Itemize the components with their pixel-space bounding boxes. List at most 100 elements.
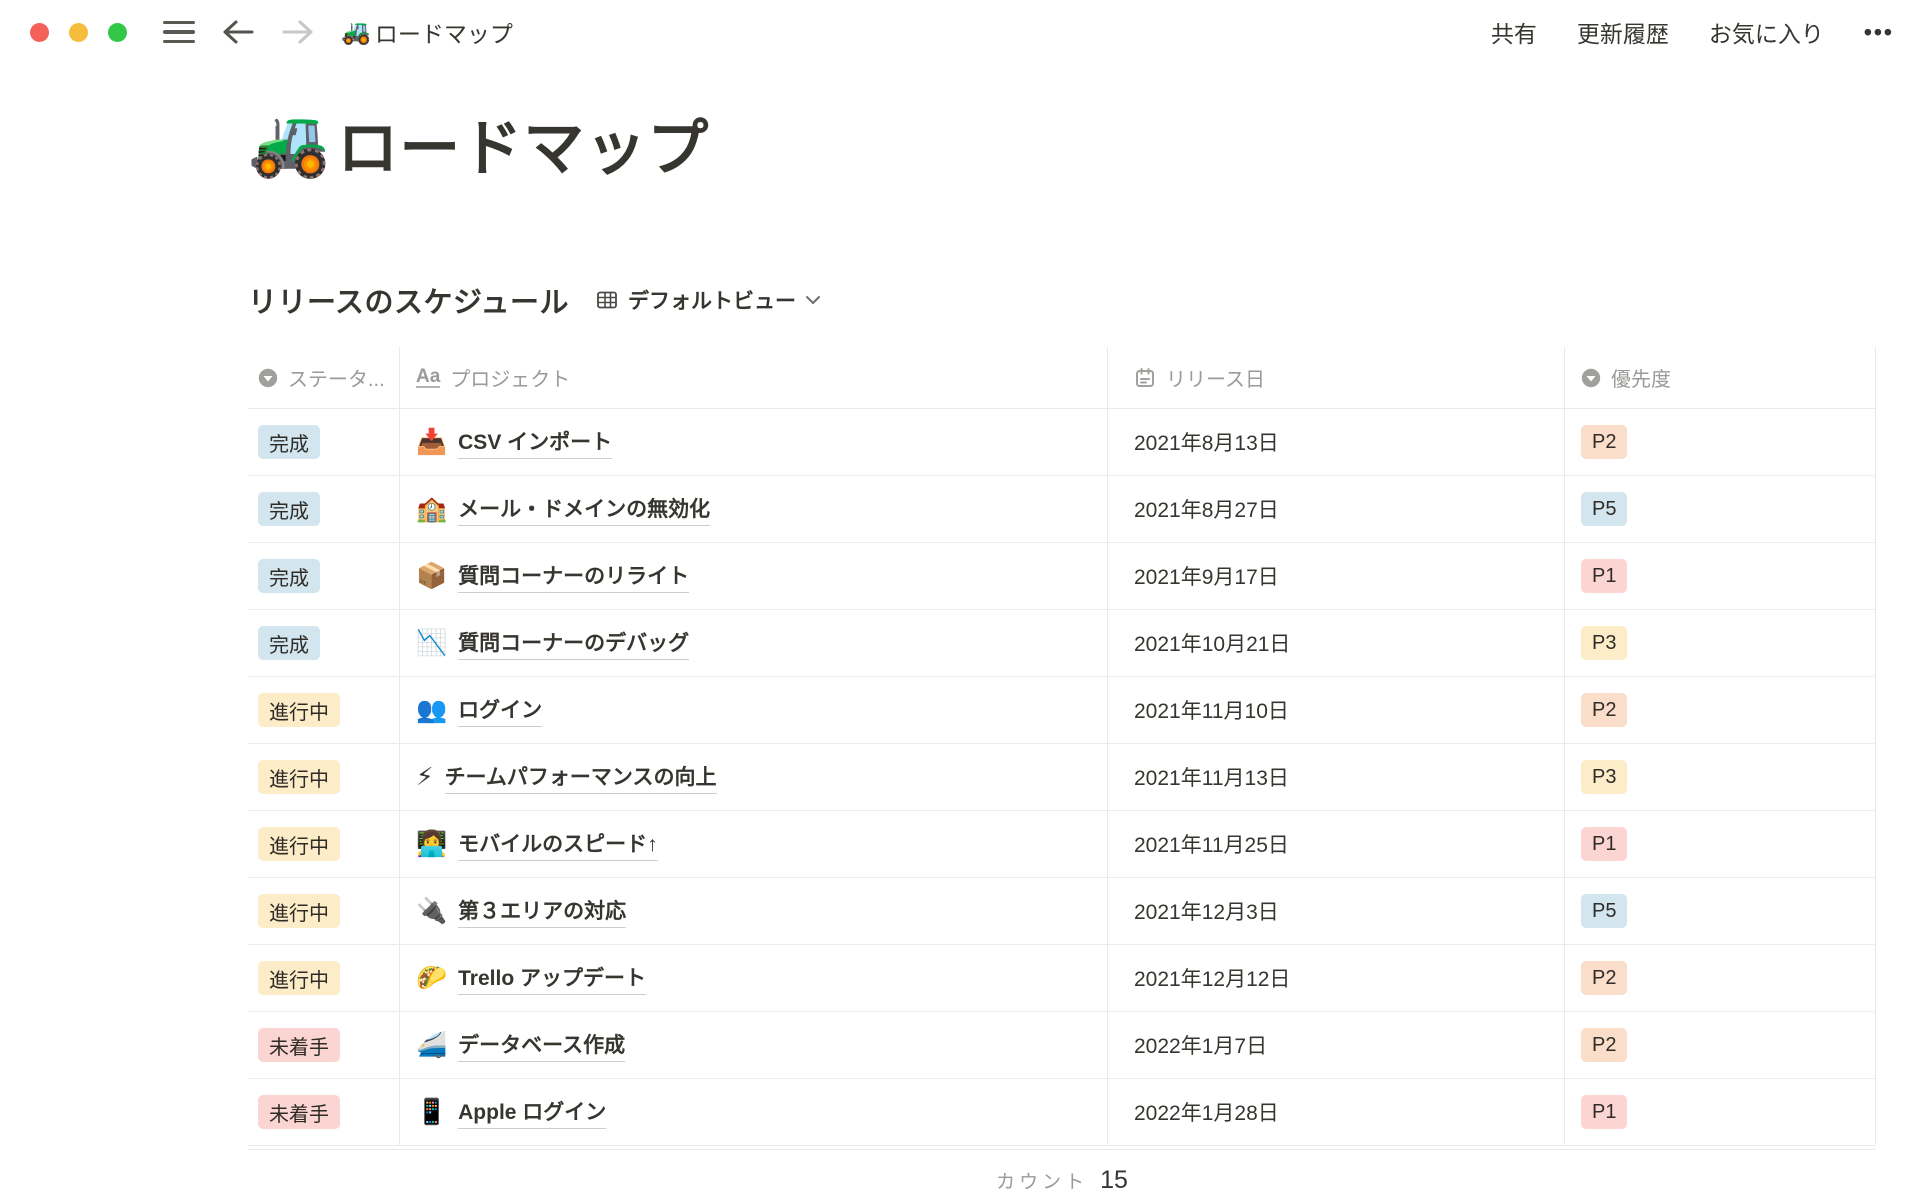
- table-row: 進行中 👥 ログイン 2021年11月10日 P2: [248, 677, 1876, 744]
- status-badge: 完成: [258, 559, 320, 593]
- priority-cell[interactable]: P3: [1565, 610, 1876, 676]
- column-header-project[interactable]: Aa プロジェクト: [400, 347, 1108, 408]
- priority-cell[interactable]: P1: [1565, 811, 1876, 877]
- column-header-priority[interactable]: 優先度: [1565, 347, 1876, 408]
- close-window-button[interactable]: [30, 23, 49, 42]
- project-page-link[interactable]: 質問コーナーのリライト: [458, 560, 689, 593]
- project-page-link[interactable]: データベース作成: [458, 1029, 625, 1062]
- column-label: ステータ...: [288, 363, 385, 392]
- project-cell[interactable]: ⚡ チームパフォーマンスの向上: [400, 744, 1108, 810]
- project-cell[interactable]: 👩‍💻 モバイルのスピード↑: [400, 811, 1108, 877]
- status-cell[interactable]: 完成: [248, 409, 400, 475]
- status-cell[interactable]: 完成: [248, 543, 400, 609]
- column-header-status[interactable]: ステータ...: [248, 347, 400, 408]
- arrow-left-icon: [221, 18, 255, 46]
- priority-badge: P1: [1581, 1095, 1627, 1129]
- status-cell[interactable]: 未着手: [248, 1012, 400, 1078]
- status-cell[interactable]: 進行中: [248, 878, 400, 944]
- status-cell[interactable]: 完成: [248, 610, 400, 676]
- project-page-link[interactable]: Apple ログイン: [458, 1096, 606, 1129]
- release-date-cell[interactable]: 2021年8月13日: [1108, 409, 1565, 475]
- release-date-cell[interactable]: 2021年11月25日: [1108, 811, 1565, 877]
- project-emoji-icon: 📱: [416, 1098, 447, 1127]
- project-cell[interactable]: 📉 質問コーナーのデバッグ: [400, 610, 1108, 676]
- favorites-button[interactable]: お気に入り: [1709, 15, 1824, 49]
- page-title: 🚜 ロードマップ: [248, 98, 1920, 187]
- release-date-cell[interactable]: 2021年12月3日: [1108, 878, 1565, 944]
- project-page-link[interactable]: モバイルのスピード↑: [458, 828, 658, 861]
- table-row: 進行中 👩‍💻 モバイルのスピード↑ 2021年11月25日 P1: [248, 811, 1876, 878]
- collection-title: リリースのスケジュール: [248, 279, 569, 321]
- project-emoji-icon: 🔌: [416, 897, 447, 926]
- release-date-cell[interactable]: 2022年1月28日: [1108, 1079, 1565, 1145]
- project-cell[interactable]: 🌮 Trello アップデート: [400, 945, 1108, 1011]
- project-page-link[interactable]: ログイン: [458, 694, 542, 727]
- project-page-link[interactable]: 質問コーナーのデバッグ: [458, 627, 689, 660]
- share-button[interactable]: 共有: [1491, 15, 1537, 49]
- priority-cell[interactable]: P1: [1565, 543, 1876, 609]
- traffic-lights: [30, 23, 127, 42]
- status-cell[interactable]: 進行中: [248, 677, 400, 743]
- priority-badge: P2: [1581, 425, 1627, 459]
- project-cell[interactable]: 📥 CSV インポート: [400, 409, 1108, 475]
- more-icon[interactable]: •••: [1864, 19, 1894, 46]
- status-cell[interactable]: 未着手: [248, 1079, 400, 1145]
- priority-badge: P2: [1581, 693, 1627, 727]
- priority-cell[interactable]: P5: [1565, 476, 1876, 542]
- project-emoji-icon: 👥: [416, 696, 447, 725]
- release-date-cell[interactable]: 2021年10月21日: [1108, 610, 1565, 676]
- status-badge: 完成: [258, 626, 320, 660]
- fullscreen-window-button[interactable]: [108, 23, 127, 42]
- status-cell[interactable]: 進行中: [248, 811, 400, 877]
- release-date-cell[interactable]: 2021年11月10日: [1108, 677, 1565, 743]
- priority-cell[interactable]: P1: [1565, 1079, 1876, 1145]
- project-cell[interactable]: 📦 質問コーナーのリライト: [400, 543, 1108, 609]
- page-icon-tractor[interactable]: 🚜: [248, 104, 331, 182]
- column-label: プロジェクト: [450, 363, 570, 392]
- view-selector[interactable]: デフォルトビュー: [595, 285, 821, 315]
- status-badge: 未着手: [258, 1028, 340, 1062]
- status-badge: 進行中: [258, 827, 340, 861]
- count-label[interactable]: カウント: [996, 1167, 1088, 1194]
- release-date-value: 2021年9月17日: [1134, 561, 1279, 591]
- project-cell[interactable]: 🚄 データベース作成: [400, 1012, 1108, 1078]
- project-page-link[interactable]: メール・ドメインの無効化: [458, 493, 710, 526]
- release-date-value: 2021年11月10日: [1134, 695, 1289, 725]
- priority-cell[interactable]: P2: [1565, 677, 1876, 743]
- forward-button[interactable]: [281, 18, 315, 46]
- project-page-link[interactable]: Trello アップデート: [458, 962, 646, 995]
- project-page-link[interactable]: チームパフォーマンスの向上: [445, 761, 717, 794]
- status-cell[interactable]: 進行中: [248, 945, 400, 1011]
- sidebar-toggle-button[interactable]: [163, 21, 195, 44]
- table-header-row: ステータ... Aa プロジェクト リリース日: [248, 347, 1876, 409]
- project-emoji-icon: 📉: [416, 629, 447, 658]
- status-badge: 進行中: [258, 760, 340, 794]
- project-page-link[interactable]: 第３エリアの対応: [458, 895, 626, 928]
- release-date-cell[interactable]: 2021年8月27日: [1108, 476, 1565, 542]
- project-page-link[interactable]: CSV インポート: [458, 426, 612, 459]
- release-date-cell[interactable]: 2021年9月17日: [1108, 543, 1565, 609]
- release-date-cell[interactable]: 2022年1月7日: [1108, 1012, 1565, 1078]
- project-emoji-icon: 🚄: [416, 1031, 447, 1060]
- project-cell[interactable]: 🏫 メール・ドメインの無効化: [400, 476, 1108, 542]
- column-header-release-date[interactable]: リリース日: [1108, 347, 1565, 408]
- priority-cell[interactable]: P5: [1565, 878, 1876, 944]
- status-cell[interactable]: 完成: [248, 476, 400, 542]
- breadcrumb[interactable]: 🚜 ロードマップ: [341, 15, 513, 49]
- priority-cell[interactable]: P2: [1565, 945, 1876, 1011]
- back-button[interactable]: [221, 18, 255, 46]
- project-cell[interactable]: 👥 ログイン: [400, 677, 1108, 743]
- priority-cell[interactable]: P2: [1565, 1012, 1876, 1078]
- priority-badge: P2: [1581, 961, 1627, 995]
- priority-badge: P2: [1581, 1028, 1627, 1062]
- priority-cell[interactable]: P2: [1565, 409, 1876, 475]
- status-cell[interactable]: 進行中: [248, 744, 400, 810]
- release-date-cell[interactable]: 2021年12月12日: [1108, 945, 1565, 1011]
- project-cell[interactable]: 🔌 第３エリアの対応: [400, 878, 1108, 944]
- priority-cell[interactable]: P3: [1565, 744, 1876, 810]
- minimize-window-button[interactable]: [69, 23, 88, 42]
- project-cell[interactable]: 📱 Apple ログイン: [400, 1079, 1108, 1145]
- update-history-button[interactable]: 更新履歴: [1577, 15, 1669, 49]
- project-emoji-icon: 📥: [416, 428, 447, 457]
- release-date-cell[interactable]: 2021年11月13日: [1108, 744, 1565, 810]
